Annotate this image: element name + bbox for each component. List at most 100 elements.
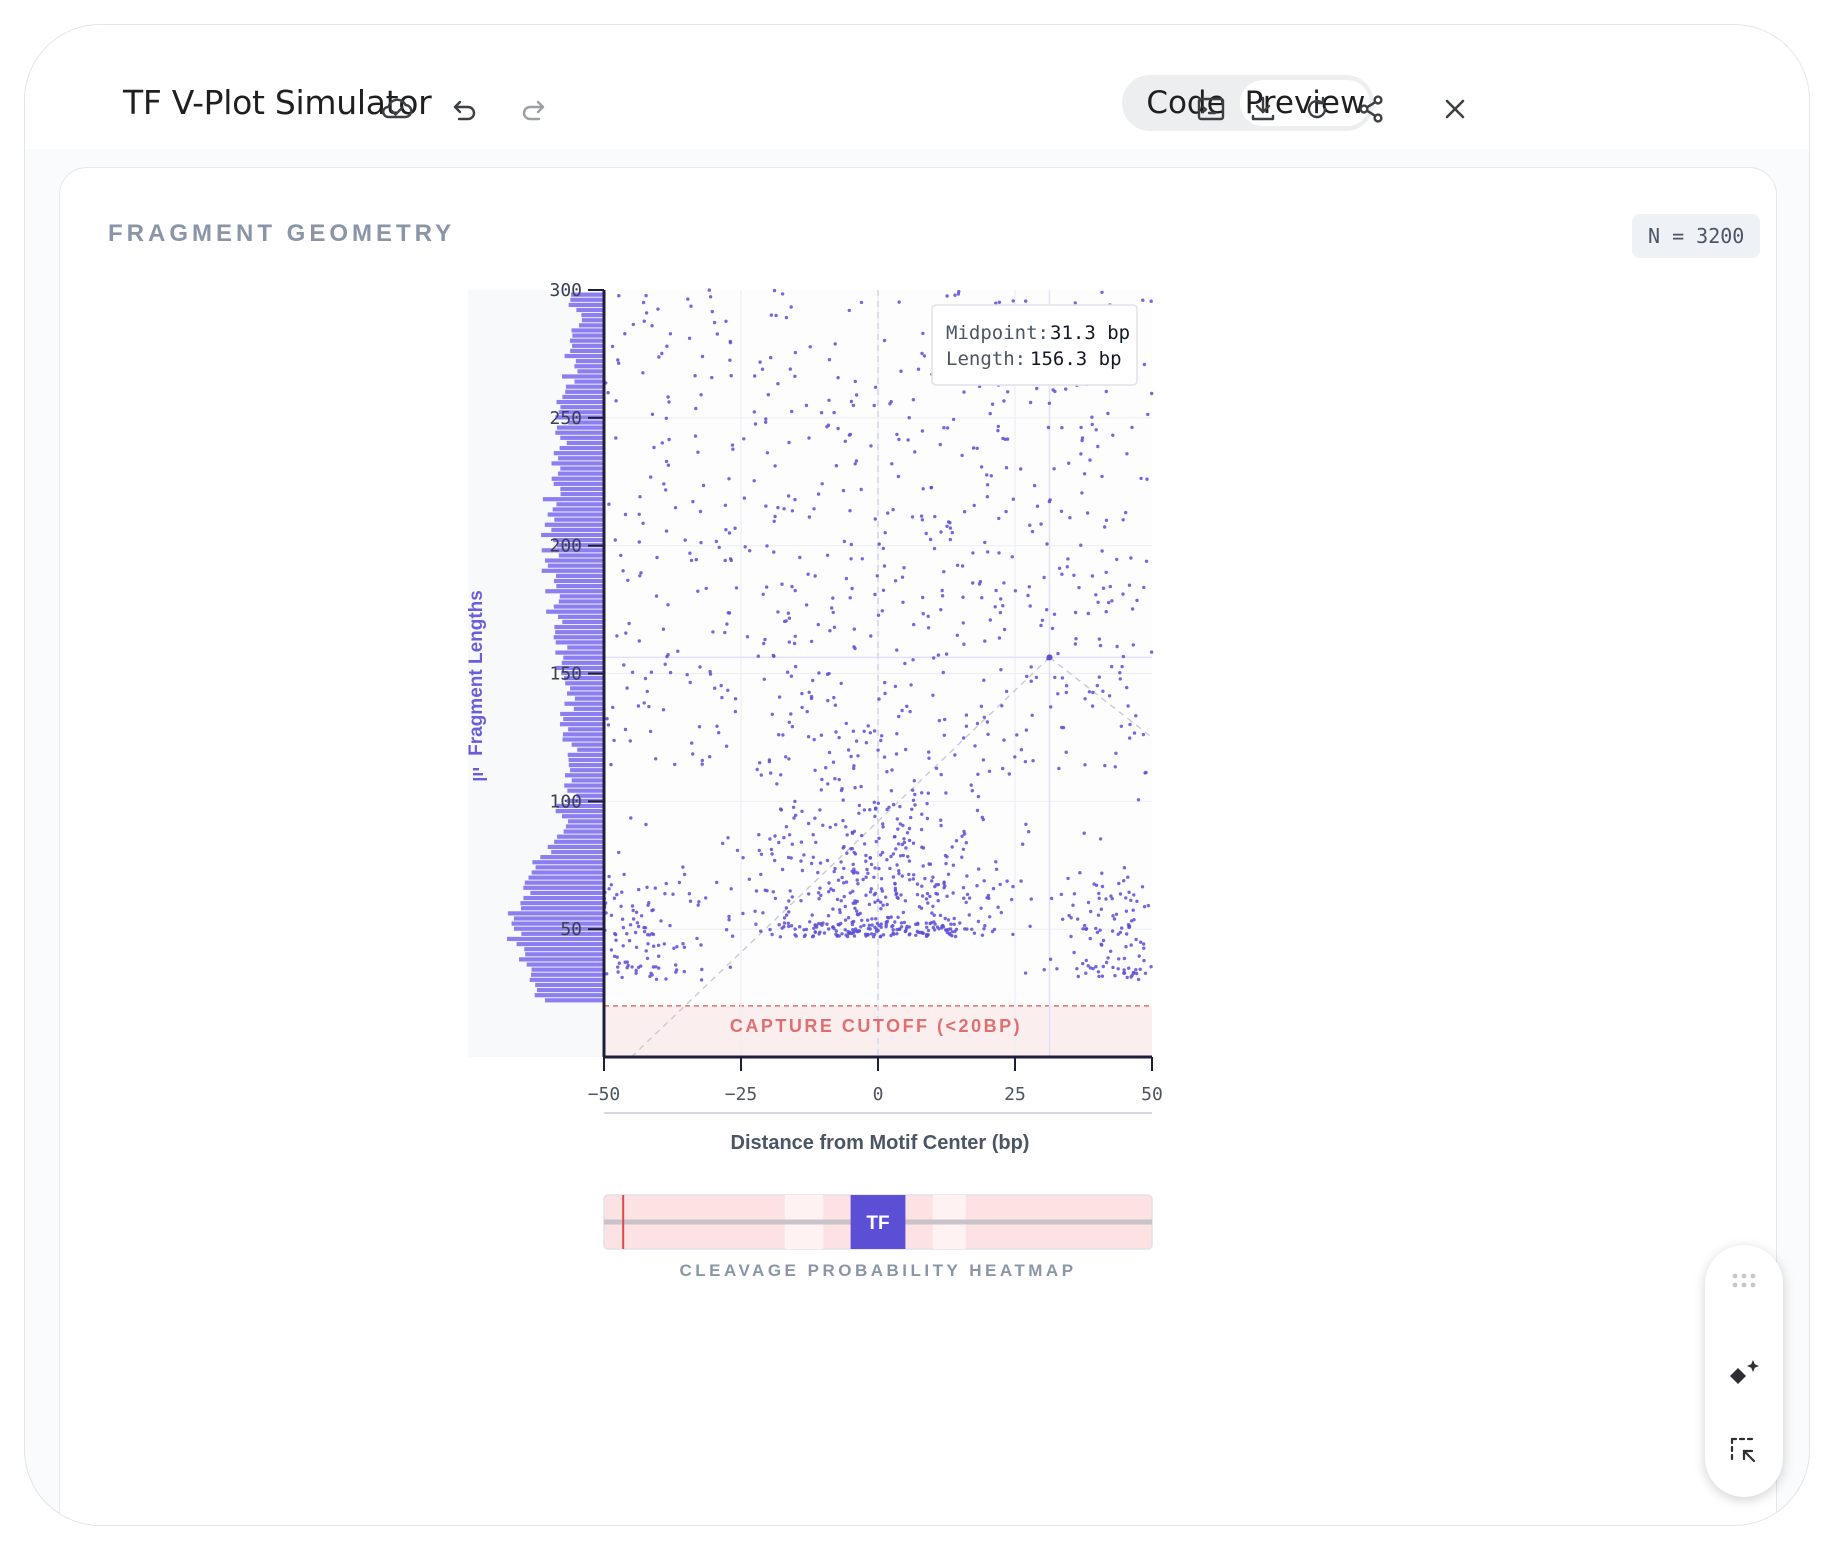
download-icon[interactable] xyxy=(1243,89,1283,129)
scatter-point xyxy=(1019,748,1024,752)
scatter-point xyxy=(834,823,838,827)
scatter-point xyxy=(891,852,896,856)
scatter-point xyxy=(1135,971,1139,976)
scatter-point xyxy=(943,916,947,921)
scatter-point xyxy=(794,813,798,817)
scatter-point xyxy=(908,878,912,882)
scatter-point xyxy=(994,860,998,864)
cloud-sync-icon[interactable] xyxy=(377,89,417,129)
scatter-point xyxy=(616,358,620,362)
highlight-point[interactable] xyxy=(1046,654,1053,661)
scatter-point xyxy=(843,439,847,443)
histogram-bar xyxy=(552,507,604,512)
scatter-point xyxy=(1082,831,1086,835)
scatter-point xyxy=(667,400,671,404)
scatter-point xyxy=(1066,876,1070,881)
scatter-point xyxy=(688,899,693,903)
scatter-point xyxy=(868,731,872,735)
scatter-point xyxy=(1121,518,1125,522)
scatter-point xyxy=(1081,961,1085,966)
scatter-point xyxy=(1045,542,1049,546)
terminal-icon[interactable] xyxy=(1191,89,1231,129)
scatter-point xyxy=(873,592,877,597)
scatter-point xyxy=(605,972,609,976)
scatter-point xyxy=(904,846,908,850)
scatter-point xyxy=(649,475,653,479)
scatter-point xyxy=(939,608,943,612)
histogram-bar xyxy=(551,461,604,466)
scatter-point xyxy=(964,713,969,717)
scatter-point xyxy=(614,938,618,942)
heatmap-label: CLEAVAGE PROBABILITY HEATMAP xyxy=(679,1261,1076,1280)
scatter-point xyxy=(872,932,877,937)
scatter-point xyxy=(1030,529,1035,534)
scatter-point xyxy=(1049,705,1053,709)
scatter-point xyxy=(1042,575,1046,580)
share-icon[interactable] xyxy=(1351,89,1391,129)
scatter-point xyxy=(912,873,916,877)
scatter-point xyxy=(924,932,929,937)
scatter-point xyxy=(615,892,619,897)
scatter-point xyxy=(1120,926,1124,930)
scatter-point xyxy=(826,423,831,427)
scatter-point xyxy=(896,827,900,831)
redo-icon[interactable] xyxy=(513,89,553,129)
scatter-point xyxy=(666,653,670,657)
scatter-point xyxy=(980,815,984,819)
scatter-point xyxy=(1067,461,1071,465)
scatter-point xyxy=(643,676,648,681)
scatter-point xyxy=(1131,643,1136,647)
scatter-point xyxy=(682,872,687,877)
refresh-icon[interactable] xyxy=(1297,89,1337,129)
close-icon[interactable] xyxy=(1435,89,1475,129)
scatter-point xyxy=(1098,928,1102,932)
scatter-point xyxy=(976,794,981,799)
scatter-point xyxy=(831,888,836,893)
scatter-point xyxy=(920,429,925,433)
scatter-point xyxy=(914,933,918,937)
scatter-point xyxy=(627,621,631,626)
scatter-point xyxy=(1073,642,1078,646)
scatter-point xyxy=(1047,499,1052,504)
scatter-point xyxy=(819,788,823,792)
scatter-point xyxy=(1015,733,1019,737)
scatter-point xyxy=(907,826,912,831)
scatter-point xyxy=(1131,908,1135,912)
scatter-point xyxy=(644,822,648,827)
scatter-point xyxy=(852,934,857,938)
scatter-point xyxy=(710,309,714,314)
scatter-point xyxy=(835,897,840,902)
scatter-point xyxy=(820,923,824,927)
sparkle-edit-icon[interactable] xyxy=(1724,1355,1764,1395)
scatter-point xyxy=(861,877,865,882)
scatter-point xyxy=(1028,523,1032,527)
scatter-point xyxy=(922,354,927,358)
histogram-bar xyxy=(557,834,604,839)
scatter-point xyxy=(726,688,730,692)
scatter-point xyxy=(1001,604,1005,608)
undo-icon[interactable] xyxy=(445,89,485,129)
scatter-point xyxy=(730,443,735,447)
scatter-point xyxy=(666,603,670,607)
scatter-point xyxy=(784,913,789,917)
scatter-point xyxy=(807,436,811,440)
scatter-point xyxy=(986,732,990,736)
scatter-point xyxy=(636,924,641,929)
scatter-point xyxy=(642,319,646,323)
scatter-point xyxy=(727,477,731,481)
scatter-point xyxy=(620,890,624,894)
scatter-point xyxy=(1117,881,1121,886)
scatter-point xyxy=(952,916,956,921)
scatter-point xyxy=(1057,566,1062,570)
top-toolbar: TF V-Plot Simulator Code Preview xyxy=(25,25,1809,149)
histogram-bar xyxy=(571,328,604,333)
drag-handle-icon[interactable] xyxy=(1724,1261,1764,1301)
scatter-point xyxy=(1109,949,1113,953)
scatter-point xyxy=(711,630,715,634)
scatter-point xyxy=(921,331,925,336)
scatter-point xyxy=(846,916,851,920)
scatter-point xyxy=(1079,543,1083,547)
select-element-icon[interactable] xyxy=(1724,1431,1764,1471)
scatter-point xyxy=(986,550,990,554)
scatter-point xyxy=(617,361,621,365)
